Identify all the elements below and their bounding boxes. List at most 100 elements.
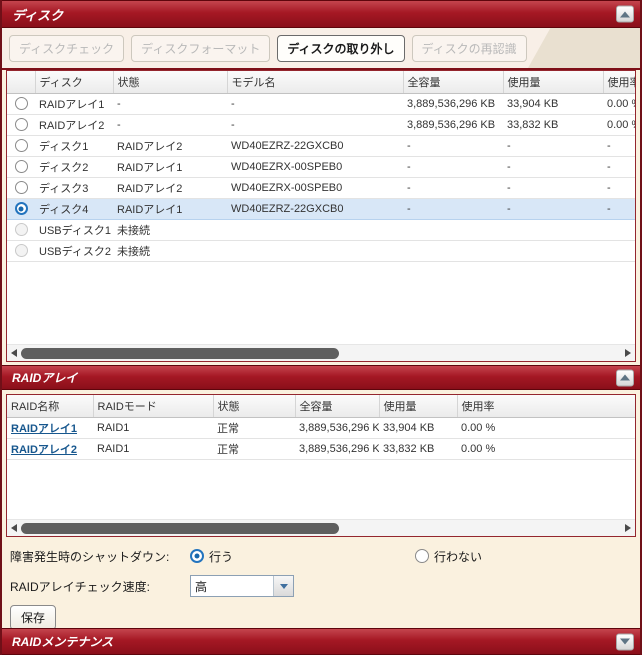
cell-capacity: 3,889,536,296 KB (295, 417, 379, 438)
check-speed-select[interactable]: 高 (190, 575, 294, 597)
disk-table-header-row: ディスク 状態 モデル名 全容量 使用量 使用率 (7, 71, 635, 93)
disk-table-hscrollbar[interactable] (7, 344, 635, 361)
cell-name: ディスク1 (35, 135, 113, 156)
raid-array1-link[interactable]: RAIDアレイ1 (11, 423, 77, 435)
cell-name: RAIDアレイ2 (35, 114, 113, 135)
table-row[interactable]: RAIDアレイ2 - - 3,889,536,296 KB 33,832 KB … (7, 114, 635, 135)
cell-used: - (503, 177, 603, 198)
maintenance-expand-button[interactable] (616, 633, 634, 650)
shutdown-off-option[interactable]: 行わない (415, 548, 482, 565)
table-row: USBディスク1 未接続 (7, 219, 635, 240)
col-rate: 使用率 (603, 71, 635, 93)
cell-status: - (113, 114, 227, 135)
table-row[interactable]: ディスク1 RAIDアレイ2 WD40EZRZ-22GXCB0 - - - (7, 135, 635, 156)
cell-status: 未接続 (113, 219, 227, 240)
collapse-up-icon (620, 375, 630, 381)
disk-format-button[interactable]: ディスクフォーマット (131, 35, 270, 62)
table-row[interactable]: ディスク2 RAIDアレイ1 WD40EZRX-00SPEB0 - - - (7, 156, 635, 177)
col-used: 使用量 (503, 71, 603, 93)
raid-table-viewport: RAID名称 RAIDモード 状態 全容量 使用量 使用率 RAIDアレイ1 R… (7, 395, 635, 519)
disk-check-button[interactable]: ディスクチェック (9, 35, 124, 62)
col-model: モデル名 (227, 71, 403, 93)
cell-rate: 0.00 % (603, 93, 635, 114)
cell-status: RAIDアレイ1 (113, 198, 227, 219)
disk-rescan-button[interactable]: ディスクの再認識 (412, 35, 527, 62)
dropdown-arrow-button[interactable] (273, 576, 293, 596)
col-raid-capacity: 全容量 (295, 395, 379, 417)
disk-section-title: ディスク (12, 5, 63, 24)
scrollbar-thumb[interactable] (21, 523, 339, 534)
shutdown-off-label: 行わない (434, 548, 482, 565)
cell-mode: RAID1 (93, 417, 213, 438)
chevron-down-icon (280, 584, 288, 589)
maintenance-section-header: RAIDメンテナンス (2, 628, 640, 655)
raid-table: RAID名称 RAIDモード 状態 全容量 使用量 使用率 RAIDアレイ1 R… (7, 395, 635, 460)
cell-name: USBディスク1 (35, 219, 113, 240)
shutdown-on-radio[interactable] (190, 549, 204, 563)
raid-section-title: RAIDアレイ (12, 369, 77, 386)
scroll-right-icon[interactable] (625, 524, 631, 532)
disk-radio-selected[interactable] (15, 202, 28, 215)
raid-settings: 障害発生時のシャットダウン: 行う 行わない RAIDアレイチェック速度: 高 … (2, 537, 640, 628)
cell-status: RAIDアレイ1 (113, 156, 227, 177)
cell-capacity (403, 219, 503, 240)
disk-collapse-button[interactable] (616, 6, 634, 23)
table-row-selected[interactable]: ディスク4 RAIDアレイ1 WD40EZRZ-22GXCB0 - - - (7, 198, 635, 219)
disk-radio[interactable] (15, 139, 28, 152)
disk-radio[interactable] (15, 118, 28, 131)
raid-section-header: RAIDアレイ (2, 365, 640, 390)
cell-capacity: - (403, 156, 503, 177)
scroll-right-icon[interactable] (625, 349, 631, 357)
cell-mode: RAID1 (93, 438, 213, 459)
collapse-up-icon (620, 11, 630, 17)
cell-capacity: 3,889,536,296 KB (403, 114, 503, 135)
cell-used: - (503, 198, 603, 219)
table-row: RAIDアレイ1 RAID1 正常 3,889,536,296 KB 33,90… (7, 417, 635, 438)
disk-radio[interactable] (15, 97, 28, 110)
raid-table-header-row: RAID名称 RAIDモード 状態 全容量 使用量 使用率 (7, 395, 635, 417)
collapse-down-icon (620, 639, 630, 645)
raid-collapse-button[interactable] (616, 369, 634, 386)
disk-radio[interactable] (15, 181, 28, 194)
raid-table-container: RAID名称 RAIDモード 状態 全容量 使用量 使用率 RAIDアレイ1 R… (6, 394, 636, 537)
cell-capacity: 3,889,536,296 KB (295, 438, 379, 459)
cell-status: 未接続 (113, 240, 227, 261)
table-row[interactable]: RAIDアレイ1 - - 3,889,536,296 KB 33,904 KB … (7, 93, 635, 114)
cell-rate (603, 240, 635, 261)
scroll-left-icon[interactable] (11, 524, 17, 532)
cell-rate: 0.00 % (603, 114, 635, 135)
cell-capacity (403, 240, 503, 261)
check-speed-value: 高 (191, 578, 207, 595)
save-button[interactable]: 保存 (10, 605, 56, 630)
disk-remove-button[interactable]: ディスクの取り外し (277, 35, 404, 62)
shutdown-setting-row: 障害発生時のシャットダウン: 行う 行わない (10, 545, 632, 567)
shutdown-on-option[interactable]: 行う (190, 548, 233, 565)
cell-rate: - (603, 177, 635, 198)
cell-used: 33,832 KB (379, 438, 457, 459)
cell-model: WD40EZRX-00SPEB0 (227, 177, 403, 198)
col-capacity: 全容量 (403, 71, 503, 93)
check-speed-setting-row: RAIDアレイチェック速度: 高 (10, 575, 632, 597)
cell-name: RAIDアレイ1 (35, 93, 113, 114)
shutdown-off-radio[interactable] (415, 549, 429, 563)
cell-capacity: - (403, 177, 503, 198)
cell-capacity: 3,889,536,296 KB (403, 93, 503, 114)
scrollbar-thumb[interactable] (21, 348, 339, 359)
col-disk: ディスク (35, 71, 113, 93)
cell-used: - (503, 135, 603, 156)
raid-table-hscrollbar[interactable] (7, 519, 635, 536)
cell-status: - (113, 93, 227, 114)
cell-used (503, 240, 603, 261)
cell-rate: 0.00 % (457, 438, 635, 459)
cell-used: - (503, 156, 603, 177)
cell-status: 正常 (213, 438, 295, 459)
cell-used (503, 219, 603, 240)
table-row: RAIDアレイ2 RAID1 正常 3,889,536,296 KB 33,83… (7, 438, 635, 459)
disk-radio[interactable] (15, 160, 28, 173)
cell-used: 33,904 KB (379, 417, 457, 438)
raid-array2-link[interactable]: RAIDアレイ2 (11, 444, 77, 456)
table-row[interactable]: ディスク3 RAIDアレイ2 WD40EZRX-00SPEB0 - - - (7, 177, 635, 198)
scroll-left-icon[interactable] (11, 349, 17, 357)
toolbar-corner-decoration (528, 28, 640, 68)
disk-table-container: ディスク 状態 モデル名 全容量 使用量 使用率 RAIDアレイ1 - - 3,… (6, 70, 636, 362)
